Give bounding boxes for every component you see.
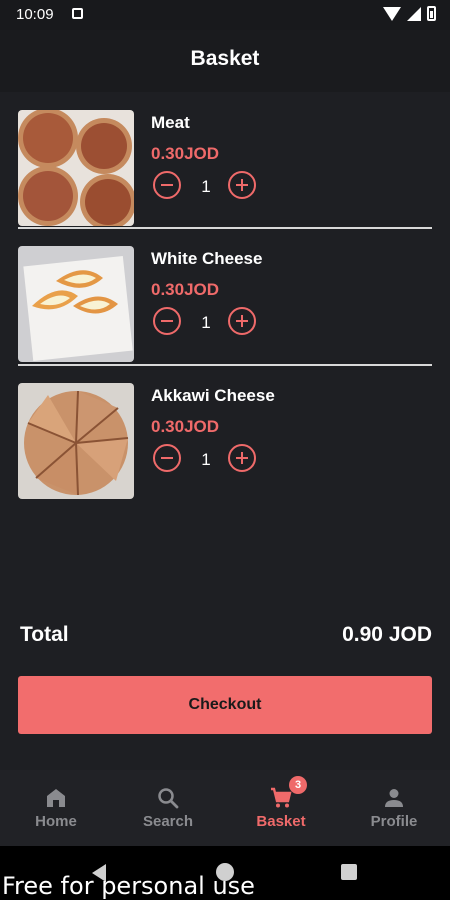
- basket-item-akkawi-cheese: Akkawi Cheese 0.30JOD 1: [18, 383, 432, 499]
- white-cheese-pastry-image: [18, 246, 134, 362]
- status-time: 10:09: [16, 6, 54, 23]
- item-name: Akkawi Cheese: [151, 386, 275, 405]
- akkawi-cheese-pastry-image: [18, 383, 134, 499]
- decrease-quantity-button[interactable]: [153, 444, 181, 472]
- cart-count-badge: 3: [289, 776, 307, 794]
- nav-item-basket[interactable]: 3 Basket: [225, 770, 337, 846]
- quantity-value: 1: [201, 450, 211, 469]
- basket-item-white-cheese: White Cheese 0.30JOD 1: [18, 246, 432, 362]
- divider: [18, 364, 432, 366]
- item-name: White Cheese: [151, 249, 263, 268]
- search-icon: [158, 788, 179, 809]
- battery-icon: [427, 6, 436, 21]
- basket-item-meat: Meat 0.30JOD 1: [18, 110, 432, 226]
- quantity-stepper: 1: [151, 307, 261, 339]
- item-price: 0.30JOD: [151, 280, 220, 299]
- page-title: Basket: [190, 47, 260, 70]
- decrease-quantity-button[interactable]: [153, 307, 181, 335]
- home-icon: [47, 789, 65, 807]
- total-label: Total: [20, 623, 69, 646]
- bottom-nav: Home Search 3 Basket Profile: [0, 770, 450, 846]
- item-price: 0.30JOD: [151, 417, 220, 436]
- increase-quantity-button[interactable]: [228, 444, 256, 472]
- signal-icon: [407, 6, 421, 21]
- meat-pastry-image: [18, 110, 134, 226]
- app-bar: Basket: [0, 30, 450, 92]
- recent-apps-icon[interactable]: [341, 864, 357, 880]
- wifi-icon: [383, 6, 401, 21]
- nav-label: Basket: [256, 813, 306, 830]
- item-price: 0.30JOD: [151, 144, 220, 163]
- nav-item-home[interactable]: Home: [0, 770, 112, 846]
- nav-label: Home: [35, 813, 77, 830]
- quantity-value: 1: [201, 313, 211, 332]
- total-value: 0.90 JOD: [342, 623, 432, 646]
- increase-quantity-button[interactable]: [228, 307, 256, 335]
- quantity-stepper: 1: [151, 444, 261, 476]
- item-name: Meat: [151, 113, 190, 132]
- quantity-stepper: 1: [151, 171, 261, 203]
- watermark: Free for personal use: [2, 872, 255, 900]
- nav-label: Search: [142, 813, 194, 830]
- status-icons: [383, 6, 436, 21]
- nav-label: Profile: [370, 813, 418, 830]
- nav-item-search[interactable]: Search: [112, 770, 224, 846]
- decrease-quantity-button[interactable]: [153, 171, 181, 199]
- divider: [18, 227, 432, 229]
- status-bar: 10:09: [0, 0, 450, 30]
- person-icon: [385, 789, 403, 807]
- notification-icon: [72, 8, 83, 19]
- nav-item-profile[interactable]: Profile: [338, 770, 450, 846]
- checkout-button[interactable]: Checkout: [18, 676, 432, 734]
- quantity-value: 1: [201, 177, 211, 196]
- increase-quantity-button[interactable]: [228, 171, 256, 199]
